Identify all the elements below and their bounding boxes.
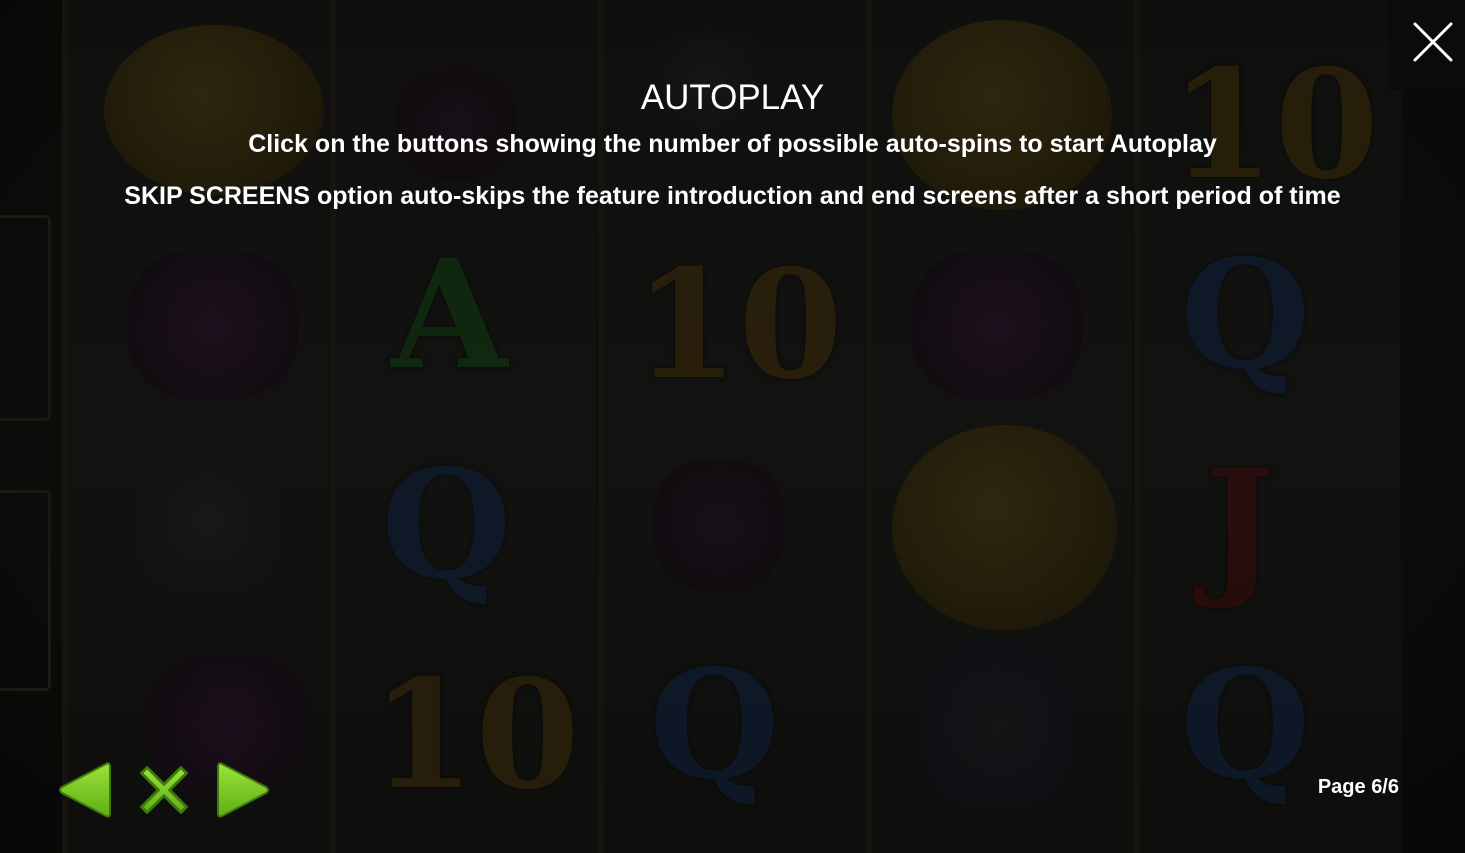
q-symbol: Q [381, 437, 512, 613]
help-navigation [56, 758, 272, 822]
leprechaun-symbol [912, 250, 1082, 400]
coin-symbol [892, 425, 1117, 630]
arrow-right-icon[interactable] [212, 758, 272, 822]
left-frame-lower [0, 490, 51, 691]
reel-1 [62, 0, 330, 853]
arrow-left-icon[interactable] [56, 758, 116, 822]
q-symbol: Q [1180, 227, 1311, 403]
reels-background: A Q 10 10 Q 10 Q J Q [62, 0, 1402, 853]
q-symbol: Q [1180, 637, 1311, 813]
close-icon[interactable] [1411, 20, 1455, 64]
a-symbol: A [391, 227, 508, 403]
close-area [1388, 0, 1465, 90]
reel-4 [866, 0, 1134, 853]
reel-5: 10 Q J Q [1134, 0, 1402, 853]
hat-symbol [922, 640, 1072, 810]
ten-symbol: 10 [371, 647, 580, 823]
page-indicator: Page 6/6 [1317, 776, 1399, 798]
q-symbol: Q [649, 637, 780, 813]
hat-symbol [133, 440, 283, 600]
ten-symbol: 10 [1170, 37, 1379, 213]
reel-3: 10 Q [598, 0, 866, 853]
reel-2: A Q 10 [330, 0, 598, 853]
help-text-line: SKIP SCREENS option auto-skips the featu… [124, 182, 1341, 210]
j-symbol: J [1205, 437, 1276, 613]
game-help-screen: A Q 10 10 Q 10 Q J Q AUTOPLAY Click on t… [0, 0, 1465, 853]
page-title: AUTOPLAY [640, 78, 825, 117]
ten-symbol: 10 [634, 237, 843, 413]
leprechaun-symbol [128, 250, 298, 400]
pipe-symbol [654, 460, 784, 590]
x-close-icon[interactable] [134, 758, 194, 822]
help-text-line: Click on the buttons showing the number … [248, 130, 1217, 158]
left-frame-upper [0, 215, 51, 421]
